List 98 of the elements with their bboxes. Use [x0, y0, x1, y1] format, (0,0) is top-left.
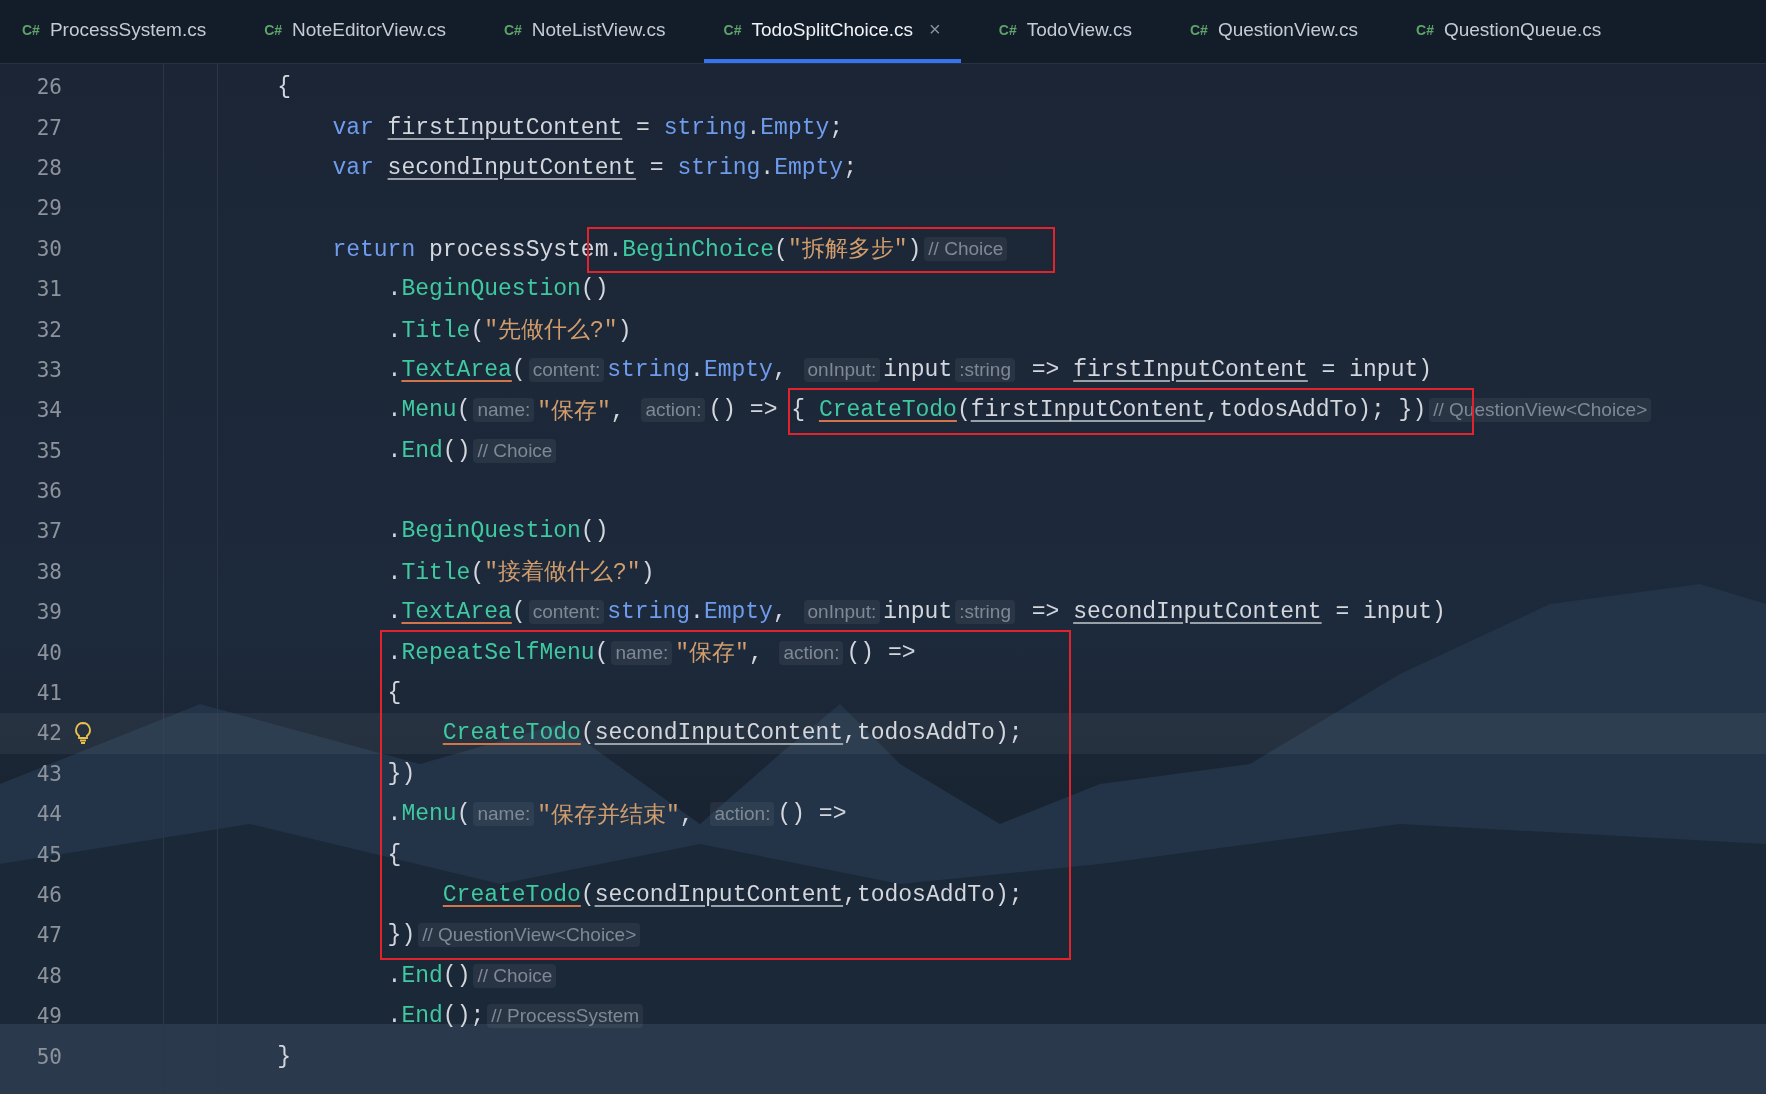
code-text: input [883, 356, 953, 383]
code-text: input [883, 599, 953, 626]
code-comment: // Choice [924, 236, 1008, 261]
code-text: .Menu( [387, 801, 471, 828]
close-icon[interactable]: × [929, 18, 941, 41]
code-comment: // Choice [473, 963, 557, 988]
parameter-hint: onInput: [803, 357, 881, 382]
code-text: }) [387, 760, 416, 787]
csharp-file-icon: C# [1190, 21, 1208, 38]
line-number: 32 [35, 317, 62, 342]
tab-label: TodoSplitChoice.cs [751, 18, 914, 41]
code-text: "保存", [537, 397, 626, 426]
code-text: .Title("接着做什么?") [387, 558, 655, 588]
line-number: 45 [35, 842, 62, 867]
parameter-hint: :string [955, 357, 1015, 382]
tab-label: TodoView.cs [1026, 18, 1132, 41]
code-text: .End() [387, 962, 471, 989]
parameter-hint: content: [528, 357, 605, 382]
csharp-file-icon: C# [1416, 21, 1434, 38]
line-number: 47 [35, 923, 62, 948]
file-tab[interactable]: C# NoteListView.cs [483, 0, 686, 63]
line-number: 33 [35, 357, 62, 382]
parameter-hint: name: [611, 640, 673, 665]
code-text: () => [846, 639, 916, 666]
line-number: 40 [35, 640, 62, 665]
line-number: 27 [35, 115, 62, 140]
parameter-hint: :string [955, 600, 1015, 625]
line-number: 42 [35, 721, 62, 746]
line-number: 30 [35, 236, 62, 261]
code-text: .TextArea( [387, 356, 526, 383]
parameter-hint: name: [473, 802, 535, 827]
csharp-file-icon: C# [503, 21, 522, 38]
line-number: 36 [35, 479, 62, 504]
line-number: 37 [35, 519, 62, 544]
tab-label: NoteListView.cs [531, 18, 666, 41]
line-number: 43 [35, 761, 62, 786]
code-text: CreateTodo(secondInputContent,todosAddTo); [442, 720, 1023, 747]
code-text: .End() [387, 437, 471, 464]
code-text: .Title("先做什么?") [387, 317, 632, 346]
code-text: { [387, 680, 402, 707]
file-tab[interactable]: C# QuestionQueue.cs [1396, 0, 1622, 63]
tab-label: QuestionView.cs [1217, 18, 1358, 41]
tab-label: NoteEditorView.cs [292, 18, 446, 41]
parameter-hint: onInput: [803, 600, 881, 625]
parameter-hint: action: [710, 802, 775, 827]
code-text: CreateTodo(secondInputContent,todosAddTo); [442, 882, 1023, 908]
parameter-hint: action: [641, 398, 706, 423]
code-text: { [277, 74, 291, 101]
code-text: var firstInputContent = string.Empty; [332, 114, 844, 141]
code-text: => secondInputContent = input) [1030, 599, 1446, 626]
parameter-hint: name: [473, 398, 535, 423]
line-number: 46 [35, 883, 62, 907]
line-number: 50 [35, 1044, 62, 1069]
code-text: .End(); [387, 1003, 485, 1030]
line-number: 28 [35, 155, 62, 180]
file-tab[interactable]: C# NoteEditorView.cs [244, 0, 466, 63]
code-text: { [387, 841, 402, 868]
line-number: 39 [35, 600, 62, 625]
parameter-hint: content: [528, 600, 605, 625]
file-tab[interactable]: C# TodoView.cs [978, 0, 1152, 63]
line-number: 29 [35, 196, 62, 221]
code-comment: // Choice [473, 438, 557, 463]
code-text: () => [777, 801, 847, 828]
code-text: => firstInputContent = input) [1030, 356, 1433, 383]
code-text: var secondInputContent = string.Empty; [332, 154, 857, 181]
code-text: string.Empty, [607, 356, 788, 383]
code-text: } [277, 1043, 291, 1070]
lightbulb-icon[interactable] [74, 721, 92, 746]
line-number: 34 [35, 398, 62, 423]
line-number: 35 [35, 438, 62, 463]
tab-label: QuestionQueue.cs [1443, 18, 1602, 41]
code-text: () => { CreateTodo(firstInputContent,todosAddTo); }) [708, 397, 1427, 424]
file-tab[interactable]: C# QuestionView.cs [1170, 0, 1378, 63]
code-text: "保存", [675, 640, 764, 669]
line-number: 41 [35, 681, 62, 706]
line-number: 38 [35, 559, 62, 584]
parameter-hint: action: [779, 640, 844, 665]
code-text: .BeginQuestion() [387, 518, 609, 545]
code-text: .Menu( [387, 397, 471, 424]
csharp-file-icon: C# [264, 21, 283, 38]
file-tab[interactable]: C# ProcessSystem.cs [2, 0, 227, 63]
code-text: .RepeatSelfMenu( [387, 639, 609, 666]
tab-label: ProcessSystem.cs [49, 18, 207, 41]
code-comment: // QuestionView<Choice> [418, 923, 641, 948]
line-number: 48 [35, 963, 62, 988]
csharp-file-icon: C# [998, 21, 1017, 38]
code-text: string.Empty, [607, 599, 788, 626]
code-text: .BeginQuestion() [387, 276, 609, 303]
line-number: 26 [35, 75, 62, 100]
line-number: 49 [35, 1004, 62, 1029]
code-text: .TextArea( [387, 599, 526, 626]
csharp-file-icon: C# [723, 21, 742, 38]
code-text: "保存并结束", [537, 801, 695, 830]
code-text: }) [387, 922, 416, 949]
line-number: 44 [35, 802, 62, 827]
line-number: 31 [35, 277, 62, 302]
csharp-file-icon: C# [22, 21, 40, 38]
code-comment: // ProcessSystem [487, 1004, 644, 1029]
